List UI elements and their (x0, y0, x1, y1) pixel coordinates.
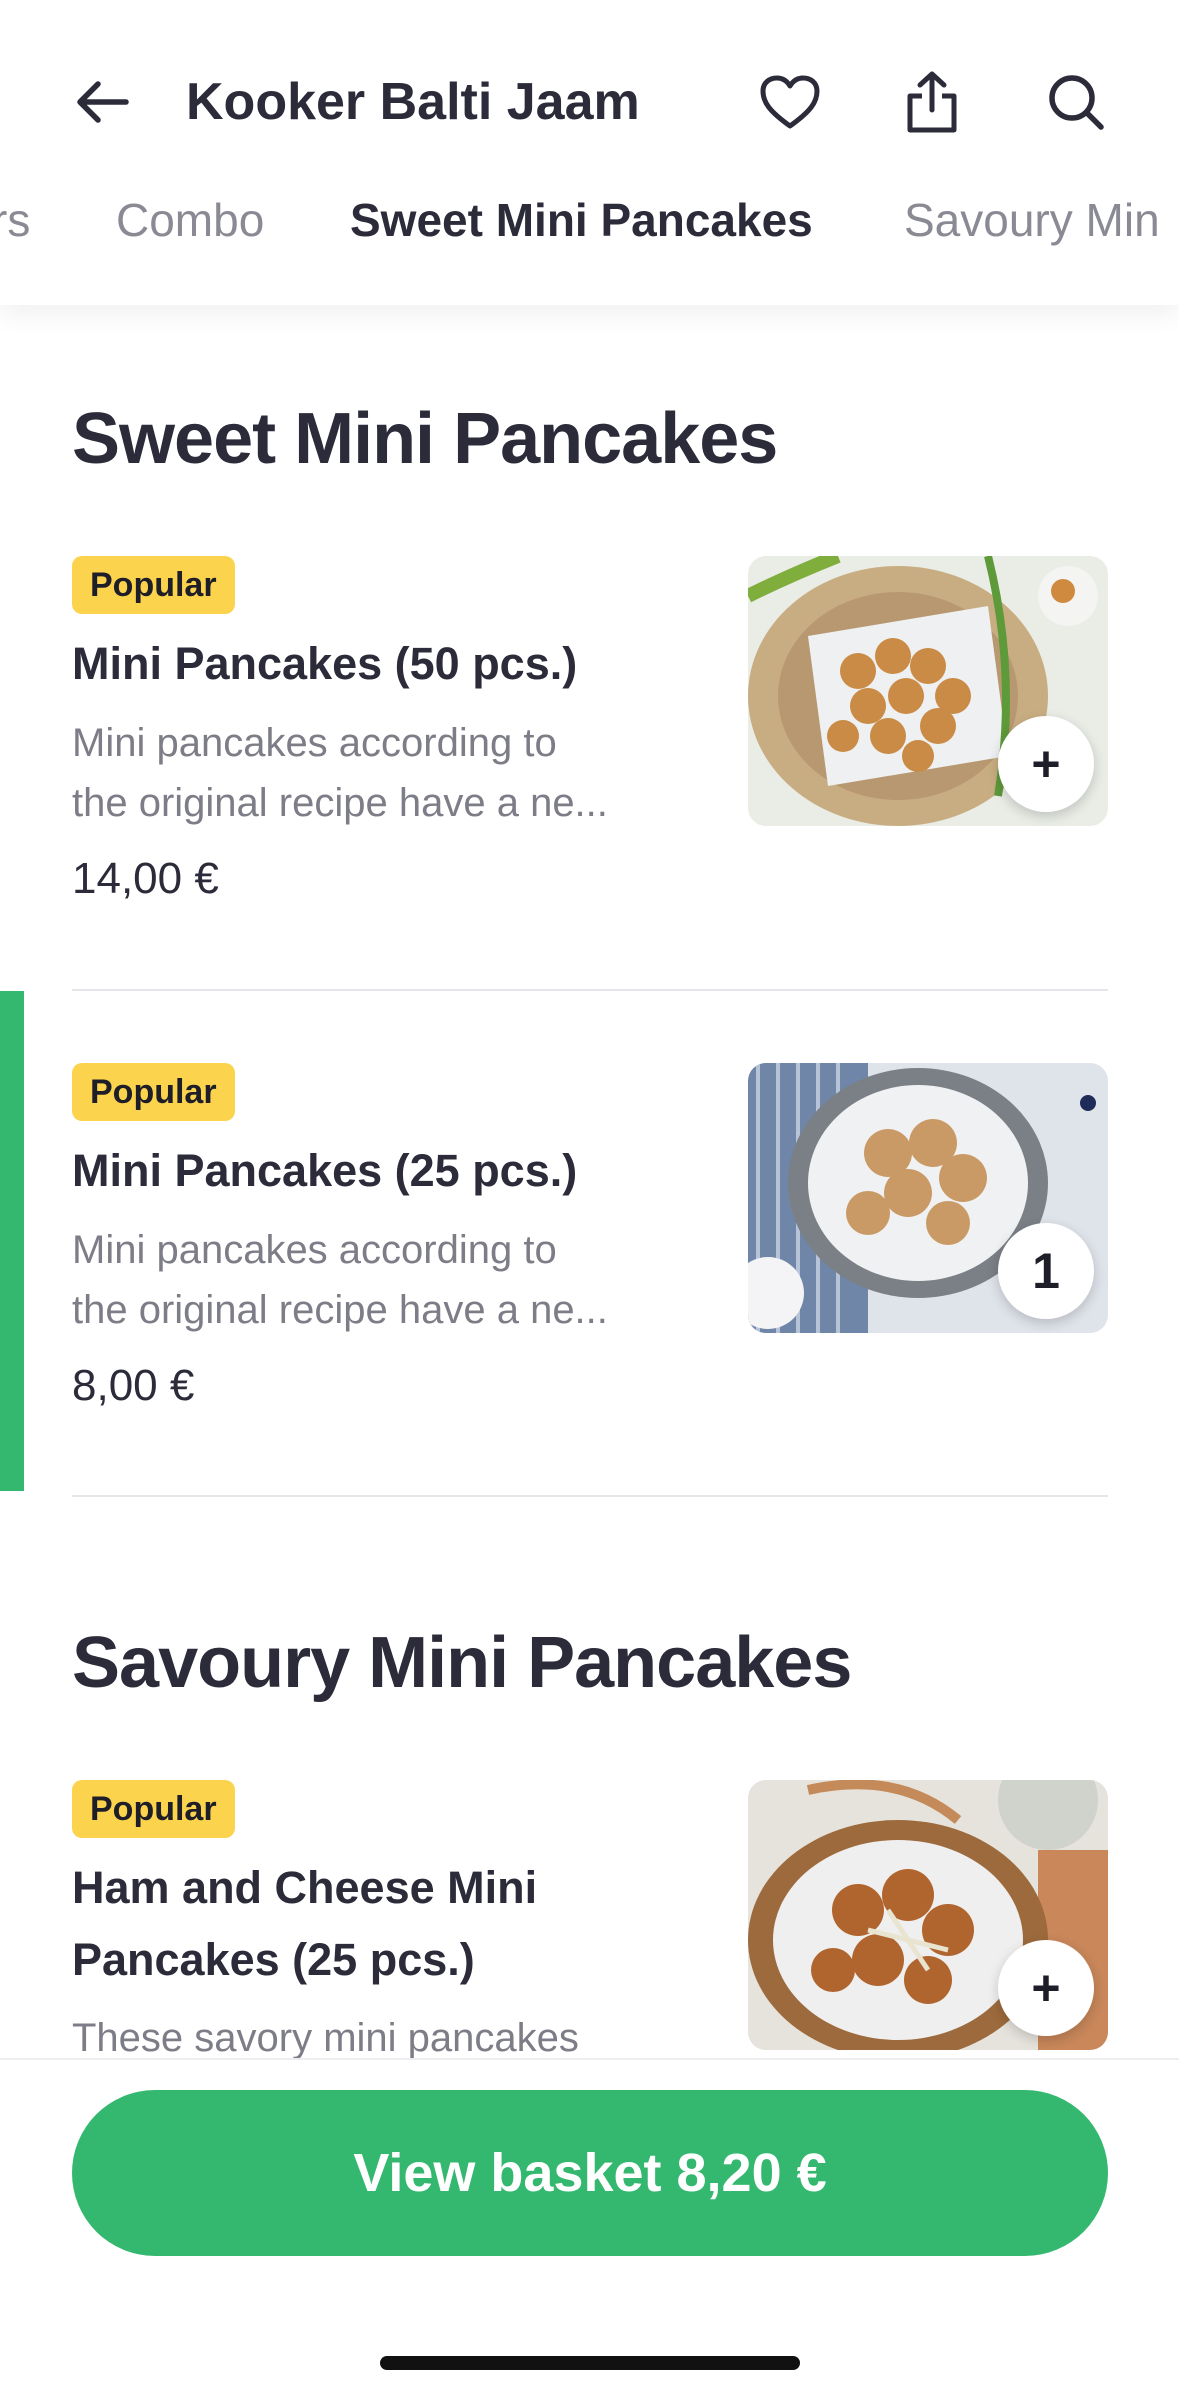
item-description-line: Mini pancakes according to (72, 721, 557, 765)
home-indicator[interactable] (380, 2356, 800, 2370)
top-app-bar: Kooker Balti Jaam rs Combo Sweet Mini Pa… (0, 0, 1179, 305)
view-basket-button[interactable]: View basket 8,20 € (72, 2090, 1108, 2256)
item-name-line: Ham and Cheese Mini (72, 1862, 538, 1913)
popular-badge: Popular (72, 556, 235, 614)
item-photo: + (748, 556, 1108, 826)
item-price: 8,00 € (72, 1361, 195, 1410)
tab-previous[interactable]: rs (0, 185, 30, 255)
item-price: 14,00 € (72, 854, 219, 903)
item-description-line: Mini pancakes according to (72, 1228, 557, 1272)
add-to-basket-button[interactable]: + (998, 1940, 1094, 2036)
tab-sweet-mini-pancakes[interactable]: Sweet Mini Pancakes (350, 185, 813, 255)
heart-icon[interactable] (756, 68, 824, 136)
search-icon[interactable] (1042, 68, 1110, 136)
category-tabs: rs Combo Sweet Mini Pancakes Savoury Min (0, 185, 1179, 255)
tab-combo[interactable]: Combo (116, 185, 264, 255)
item-photo: 1 (748, 1063, 1108, 1333)
item-description-line: the original recipe have a ne... (72, 1288, 608, 1332)
add-to-basket-button[interactable]: + (998, 716, 1094, 812)
share-icon[interactable] (898, 68, 966, 136)
menu-item[interactable]: Popular Ham and Cheese Mini Pancakes (25… (0, 1780, 1179, 2060)
bottom-bar: View basket 8,20 € (0, 2058, 1179, 2396)
divider (72, 989, 1108, 991)
item-description-line: the original recipe have a ne... (72, 781, 608, 825)
divider (72, 1495, 1108, 1497)
item-name: Mini Pancakes (50 pcs.) (72, 638, 578, 689)
section-title-sweet: Sweet Mini Pancakes (72, 399, 778, 479)
menu-item[interactable]: Popular Mini Pancakes (50 pcs.) Mini pan… (0, 556, 1179, 991)
restaurant-title: Kooker Balti Jaam (186, 73, 640, 131)
item-name-line: Pancakes (25 pcs.) (72, 1934, 475, 1985)
popular-badge: Popular (72, 1063, 235, 1121)
item-name: Mini Pancakes (25 pcs.) (72, 1145, 578, 1196)
tab-savoury-mini-pancakes[interactable]: Savoury Min (904, 185, 1160, 255)
item-quantity-button[interactable]: 1 (998, 1223, 1094, 1319)
section-title-savoury: Savoury Mini Pancakes (72, 1623, 852, 1703)
menu-item[interactable]: Popular Mini Pancakes (25 pcs.) Mini pan… (0, 1063, 1179, 1493)
item-photo: + (748, 1780, 1108, 2050)
back-arrow-icon[interactable] (70, 70, 134, 134)
popular-badge: Popular (72, 1780, 235, 1838)
